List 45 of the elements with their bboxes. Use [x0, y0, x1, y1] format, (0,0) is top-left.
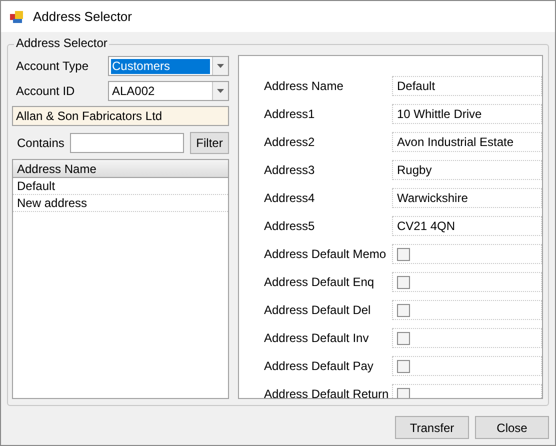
account-type-dropdown[interactable]: Customers: [108, 56, 229, 76]
group-title: Address Selector: [14, 37, 110, 49]
caret-icon: [217, 64, 224, 68]
contains-field[interactable]: [70, 133, 184, 153]
field-label: Address Default Del: [264, 302, 372, 319]
field-label: Address Name: [264, 78, 344, 95]
app-icon: [9, 8, 25, 24]
checkbox[interactable]: [397, 388, 410, 398]
list-row[interactable]: Default: [13, 178, 228, 195]
selected-value: Customers: [111, 58, 210, 74]
field-value: Warwickshire: [397, 190, 468, 207]
filter-button[interactable]: Filter: [190, 132, 229, 154]
checkbox[interactable]: [397, 276, 410, 288]
dropdown-button[interactable]: [212, 82, 228, 100]
account-id-dropdown[interactable]: ALA002: [108, 81, 229, 101]
field-value: Avon Industrial Estate: [397, 134, 514, 151]
account-name-field: Allan & Son Fabricators Ltd: [12, 106, 229, 126]
dialog-button[interactable]: Transfer: [395, 416, 469, 439]
field-label: Address5: [264, 218, 316, 235]
field-value: 10 Whittle Drive: [397, 106, 482, 123]
field-label: Account ID: [15, 83, 76, 100]
field-label: Address Default Memo: [264, 246, 388, 263]
field-label: Address3: [264, 162, 316, 179]
dropdown-button[interactable]: [212, 57, 228, 75]
field-label: Contains: [16, 135, 64, 152]
field-value: Default: [397, 78, 436, 95]
field-label: Address1: [264, 106, 316, 123]
field-label: Address Default Return: [264, 386, 390, 398]
column-header[interactable]: Address Name: [13, 160, 228, 178]
checkbox[interactable]: [397, 304, 410, 316]
checkbox[interactable]: [397, 248, 410, 260]
checkbox[interactable]: [397, 360, 410, 372]
field-label: Account Type: [15, 58, 90, 75]
field-label: Address Default Inv: [264, 330, 370, 347]
field-label: Address4: [264, 190, 316, 207]
caret-icon: [217, 89, 224, 93]
list-row[interactable]: New address: [13, 195, 228, 212]
checkbox[interactable]: [397, 332, 410, 344]
field-value: Rugby: [397, 162, 432, 179]
field-label: Address Default Enq: [264, 274, 376, 291]
field-value: CV21 4QN: [397, 218, 456, 235]
dialog-button[interactable]: Close: [475, 416, 549, 439]
field-label: Address2: [264, 134, 316, 151]
field-label: Address Default Pay: [264, 358, 374, 375]
window-title: Address Selector: [33, 8, 132, 26]
